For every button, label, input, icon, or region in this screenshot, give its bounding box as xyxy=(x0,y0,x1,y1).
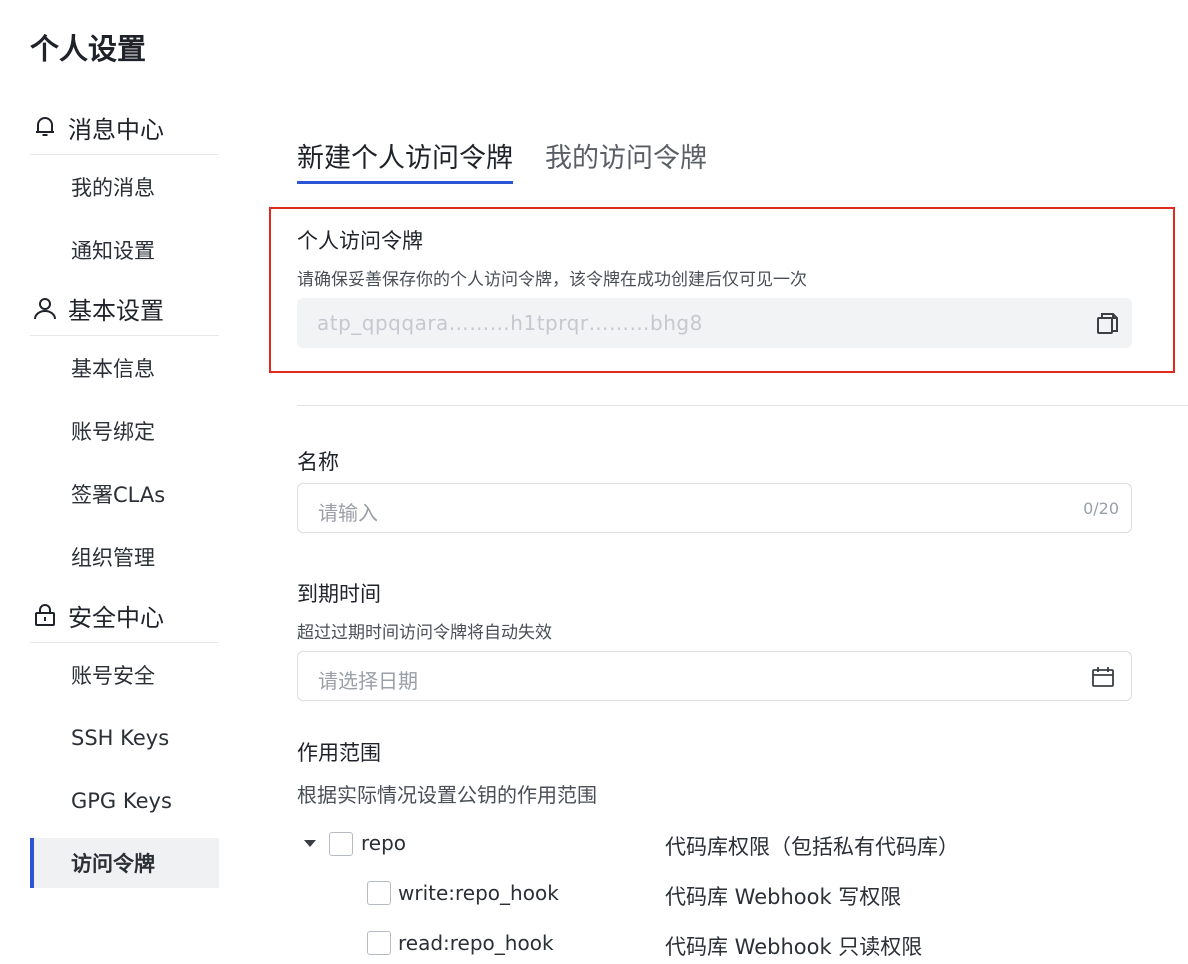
sidebar-item-basic-info[interactable]: 基本信息 xyxy=(30,336,219,399)
tab-new-token[interactable]: 新建个人访问令牌 xyxy=(297,136,513,184)
token-value-field: atp_qpqqara………h1tprqr………bhg8 xyxy=(297,298,1132,348)
scope-row-write-repo-hook: write:repo_hook 代码库 Webhook 写权限 xyxy=(297,878,1188,914)
lock-icon xyxy=(32,600,62,630)
main-content: 新建个人访问令牌 我的访问令牌 个人访问令牌 请确保妥善保存你的个人访问令牌，该… xyxy=(269,0,1188,959)
token-value: atp_qpqqara………h1tprqr………bhg8 xyxy=(317,311,703,335)
name-counter: 0/20 xyxy=(1083,499,1119,518)
scope-label: 作用范围 xyxy=(297,741,381,765)
bell-icon xyxy=(32,112,62,142)
sidebar-item-account-security[interactable]: 账号安全 xyxy=(30,643,219,706)
token-description: 请确保妥善保存你的个人访问令牌，该令牌在成功创建后仅可见一次 xyxy=(297,270,807,290)
sidebar-item-org-management[interactable]: 组织管理 xyxy=(30,525,219,588)
calendar-icon[interactable] xyxy=(1091,665,1115,689)
sidebar-section-label: 安全中心 xyxy=(68,603,164,632)
copy-icon[interactable] xyxy=(1094,310,1120,336)
tab-my-tokens[interactable]: 我的访问令牌 xyxy=(545,136,707,184)
page-title: 个人设置 xyxy=(30,32,147,66)
scope-row-read-repo-hook: read:repo_hook 代码库 Webhook 只读权限 xyxy=(297,928,1188,964)
token-title: 个人访问令牌 xyxy=(297,229,423,253)
sidebar-item-ssh-keys[interactable]: SSH Keys xyxy=(30,706,219,769)
scope-row-repo: repo 代码库权限（包括私有代码库） xyxy=(297,828,1188,864)
scope-name: write:repo_hook xyxy=(398,881,559,905)
name-label: 名称 xyxy=(297,450,339,474)
expiry-date-picker[interactable]: 请选择日期 xyxy=(297,651,1132,701)
sidebar-section-label: 消息中心 xyxy=(68,115,164,144)
sidebar-item-access-tokens[interactable]: 访问令牌 xyxy=(30,838,219,888)
sidebar-section-basic: 基本设置 xyxy=(30,281,219,336)
sidebar-item-notification-settings[interactable]: 通知设置 xyxy=(30,218,219,281)
scope-desc: 代码库 Webhook 只读权限 xyxy=(665,935,923,959)
scope-name: repo xyxy=(361,831,407,855)
name-placeholder: 请输入 xyxy=(318,501,378,525)
scope-desc: 代码库权限（包括私有代码库） xyxy=(665,835,959,859)
expiry-label: 到期时间 xyxy=(297,582,381,606)
sidebar-item-gpg-keys[interactable]: GPG Keys xyxy=(30,769,219,832)
expiry-placeholder: 请选择日期 xyxy=(318,669,418,693)
sidebar: 消息中心 我的消息 通知设置 基本设置 基本信息 账号绑定 签署CLAs 组织管… xyxy=(30,100,219,888)
expiry-hint: 超过过期时间访问令牌将自动失效 xyxy=(297,623,552,643)
read-repo-hook-checkbox[interactable] xyxy=(367,931,391,955)
user-icon xyxy=(32,293,62,323)
write-repo-hook-checkbox[interactable] xyxy=(367,881,391,905)
scope-name: read:repo_hook xyxy=(398,931,554,955)
sidebar-section-security: 安全中心 xyxy=(30,588,219,643)
divider xyxy=(297,405,1188,406)
scope-desc: 代码库 Webhook 写权限 xyxy=(665,885,902,909)
scope-hint: 根据实际情况设置公钥的作用范围 xyxy=(297,783,597,807)
sidebar-item-account-binding[interactable]: 账号绑定 xyxy=(30,399,219,462)
sidebar-item-my-messages[interactable]: 我的消息 xyxy=(30,155,219,218)
sidebar-item-sign-clas[interactable]: 签署CLAs xyxy=(30,462,219,525)
name-input[interactable]: 请输入 0/20 xyxy=(297,483,1132,533)
sidebar-section-label: 基本设置 xyxy=(68,296,164,325)
tab-bar: 新建个人访问令牌 我的访问令牌 xyxy=(297,136,739,184)
caret-down-icon[interactable] xyxy=(304,840,316,847)
repo-checkbox[interactable] xyxy=(329,832,353,856)
sidebar-section-messages: 消息中心 xyxy=(30,100,219,155)
